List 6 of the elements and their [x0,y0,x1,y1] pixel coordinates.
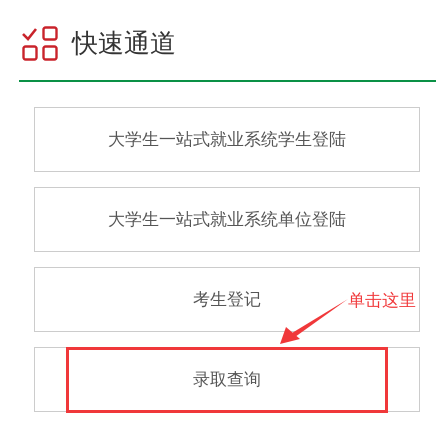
quick-link-button[interactable]: 录取查询 [34,347,420,412]
section-title: 快速通道 [72,28,176,61]
quick-link-button[interactable]: 大学生一站式就业系统单位登陆 [34,187,420,252]
annotation-text: 单击这里 [348,290,416,312]
grid-check-icon [22,26,58,62]
quick-link-button[interactable]: 大学生一站式就业系统学生登陆 [34,107,420,172]
